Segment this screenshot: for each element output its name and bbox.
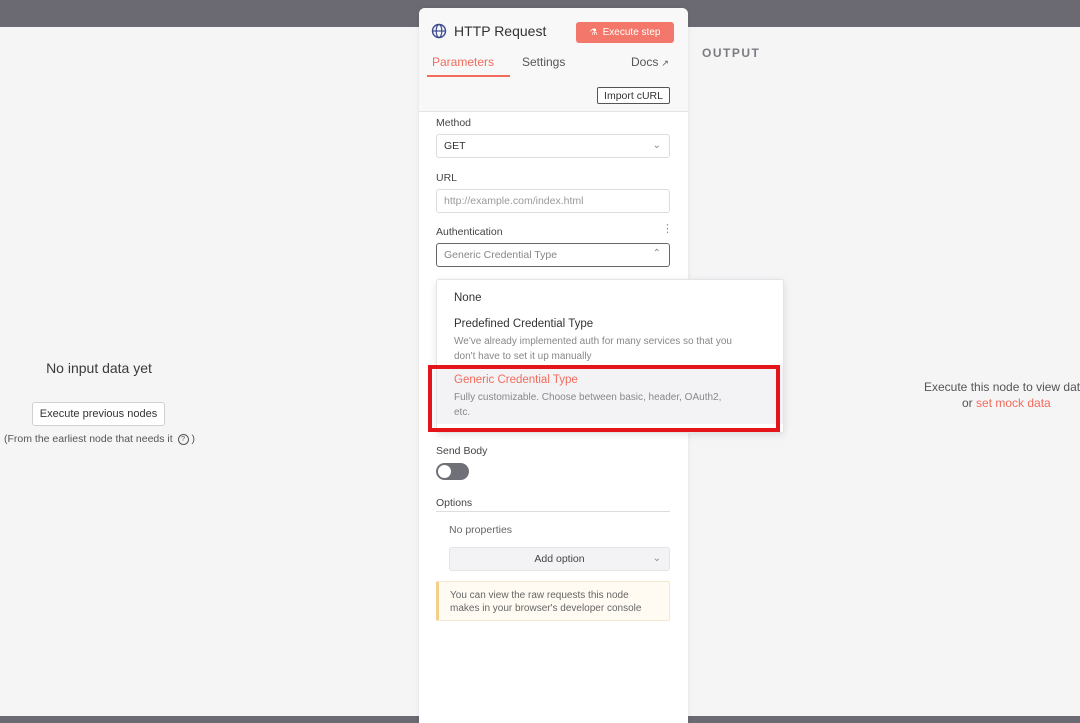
tab-docs-label: Docs (631, 55, 659, 69)
toggle-knob (438, 465, 451, 478)
execute-step-button[interactable]: ⚗ Execute step (576, 22, 674, 43)
options-label: Options (436, 497, 473, 509)
tab-docs[interactable]: Docs ↗ (631, 55, 669, 69)
chevron-up-icon: ⌃ (652, 248, 661, 259)
output-label: OUTPUT (702, 46, 761, 60)
import-curl-button[interactable]: Import cURL (597, 87, 670, 104)
authentication-label: Authentication (436, 226, 503, 238)
chevron-down-icon: ⌄ (652, 553, 661, 564)
url-label: URL (436, 172, 458, 184)
predefined-desc-line-1: We've already implemented auth for many … (454, 336, 732, 347)
send-body-label: Send Body (436, 445, 488, 457)
tab-settings[interactable]: Settings (522, 55, 565, 69)
highlight-frame (428, 365, 780, 432)
flask-icon: ⚗ (589, 27, 598, 37)
panel-title: HTTP Request (454, 23, 547, 39)
method-value: GET (444, 140, 466, 152)
info-notice: You can view the raw requests this node … (436, 581, 670, 621)
earliest-node-note-close: ) (191, 433, 196, 445)
method-select[interactable]: GET ⌄ (436, 134, 670, 158)
earliest-node-note: (From the earliest node that needs it ? … (4, 433, 195, 445)
active-tab-indicator (427, 75, 510, 77)
dropdown-option-none[interactable]: None (454, 292, 482, 304)
dropdown-option-predefined[interactable]: Predefined Credential Type (454, 318, 593, 330)
no-properties-text: No properties (449, 524, 513, 536)
notice-line-1: You can view the raw requests this node (450, 590, 629, 601)
send-body-toggle[interactable] (436, 463, 469, 480)
external-link-icon: ↗ (661, 58, 669, 68)
method-label: Method (436, 117, 472, 129)
kebab-icon[interactable]: ⋮ (662, 222, 673, 235)
add-option-label: Add option (534, 553, 585, 565)
set-mock-data-link[interactable]: set mock data (976, 396, 1051, 410)
globe-icon (431, 23, 447, 39)
help-circle-icon[interactable]: ? (177, 434, 189, 445)
execute-step-label: Execute step (602, 27, 661, 38)
no-input-title: No input data yet (46, 360, 152, 376)
authentication-select[interactable]: Generic Credential Type ⌃ (436, 243, 670, 267)
output-message: Execute this node to view data (924, 380, 1080, 394)
authentication-value: Generic Credential Type (444, 249, 558, 261)
chevron-down-icon: ⌄ (652, 140, 661, 151)
earliest-node-note-text: (From the earliest node that needs it (4, 433, 173, 445)
output-message-prefix: or (962, 396, 973, 410)
options-divider (436, 511, 670, 512)
add-option-select[interactable]: Add option ⌄ (449, 547, 670, 571)
output-message-line2: or set mock data (962, 396, 1051, 410)
panel-header: HTTP Request ⚗ Execute step Parameters S… (419, 8, 688, 112)
execute-previous-nodes-button[interactable]: Execute previous nodes (32, 402, 165, 426)
tab-parameters[interactable]: Parameters (432, 55, 494, 69)
notice-line-2: makes in your browser's developer consol… (450, 603, 642, 614)
predefined-desc-line-2: don't have to set it up manually (454, 351, 592, 362)
url-input[interactable]: http://example.com/index.html (436, 189, 670, 213)
